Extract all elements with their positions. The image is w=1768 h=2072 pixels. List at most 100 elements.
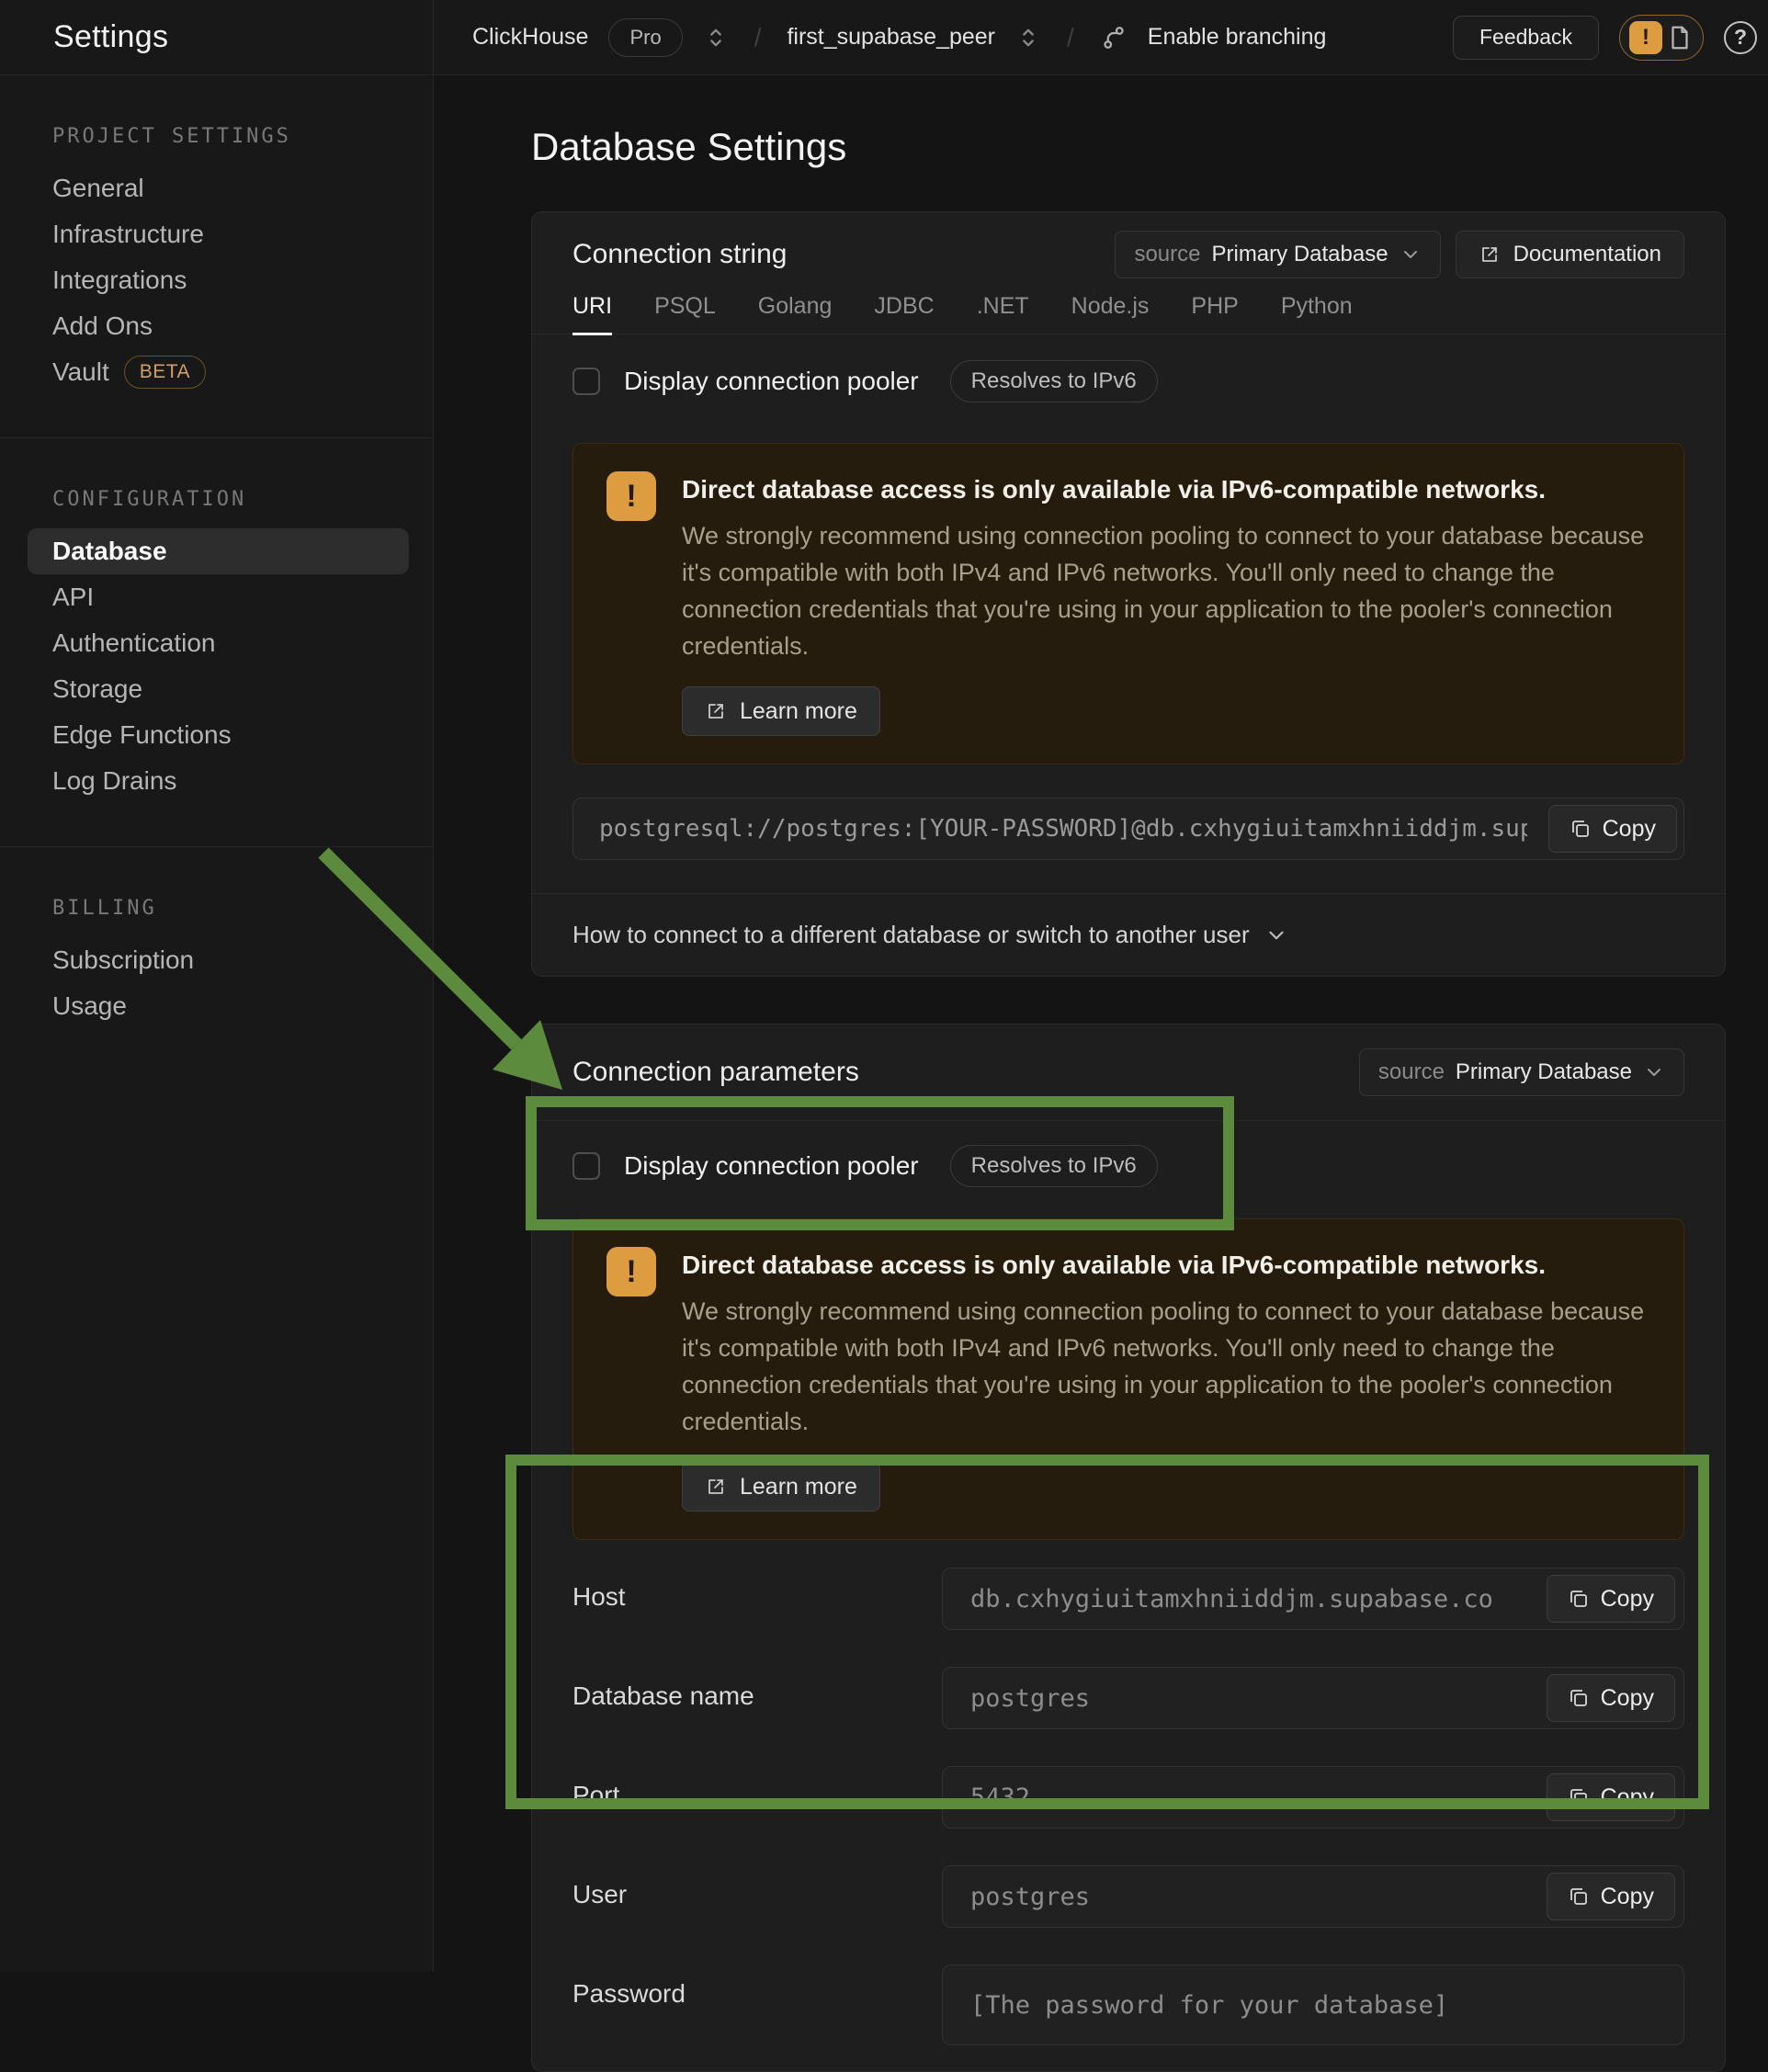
display-connection-pooler-checkbox[interactable] (572, 1152, 600, 1180)
connection-string-footer: How to connect to a different database o… (532, 893, 1725, 976)
copy-label: Copy (1603, 816, 1656, 843)
sidebar-item-add-ons[interactable]: Add Ons (0, 303, 433, 349)
git-branch-icon (1100, 24, 1128, 51)
chevrons-updown-icon[interactable] (703, 25, 729, 51)
sidebar-item-infrastructure[interactable]: Infrastructure (0, 211, 433, 257)
password-placeholder: [The password for your database] (970, 1991, 1448, 2020)
section-project-settings: PROJECT SETTINGS (52, 125, 433, 149)
active-item-pill: Database (28, 528, 409, 574)
sidebar-divider (0, 437, 433, 438)
copy-icon (1568, 1687, 1590, 1709)
sidebar-item-vault[interactable]: Vault BETA (0, 349, 433, 395)
tab-php[interactable]: PHP (1191, 293, 1238, 334)
password-row: Password [The password for your database… (572, 1964, 1684, 2045)
copy-icon (1570, 818, 1592, 840)
learn-more-button[interactable]: Learn more (682, 1462, 880, 1512)
breadcrumb-separator: / (1061, 23, 1080, 52)
external-link-icon (705, 700, 727, 722)
copy-label: Copy (1601, 1884, 1654, 1910)
beta-badge: BETA (124, 356, 206, 389)
source-select[interactable]: source Primary Database (1115, 231, 1440, 278)
sidebar-item-api[interactable]: API (0, 574, 433, 620)
user-field[interactable]: postgres Copy (942, 1865, 1684, 1928)
sidebar-item-authentication[interactable]: Authentication (0, 620, 433, 666)
settings-title: Settings (53, 19, 168, 55)
connection-uri-field[interactable]: postgresql://postgres:[YOUR-PASSWORD]@db… (572, 798, 1684, 860)
connection-uri-value: postgresql://postgres:[YOUR-PASSWORD]@db… (599, 815, 1527, 843)
sidebar-item-log-drains[interactable]: Log Drains (0, 758, 433, 804)
user-label: User (572, 1865, 942, 1909)
pooler-row: Display connection pooler Resolves to IP… (532, 1121, 1725, 1187)
copy-uri-button[interactable]: Copy (1548, 805, 1677, 853)
password-label: Password (572, 1964, 942, 2009)
external-link-icon (1479, 243, 1501, 266)
password-field[interactable]: [The password for your database] (942, 1964, 1684, 2045)
header-actions: Feedback ! ? (1453, 15, 1768, 61)
sidebar-item-general[interactable]: General (0, 165, 433, 211)
sidebar-item-usage[interactable]: Usage (0, 983, 433, 1029)
tab-golang[interactable]: Golang (758, 293, 833, 334)
copy-database-name-button[interactable]: Copy (1547, 1674, 1675, 1722)
feedback-button[interactable]: Feedback (1453, 16, 1599, 60)
connection-string-tabs: URI PSQL Golang JDBC .NET Node.js PHP Py… (532, 293, 1725, 334)
display-connection-pooler-checkbox[interactable] (572, 368, 600, 395)
sidebar-item-subscription[interactable]: Subscription (0, 937, 433, 983)
database-name-field[interactable]: postgres Copy (942, 1667, 1684, 1729)
page-title: Database Settings (531, 123, 1768, 171)
host-field[interactable]: db.cxhygiuitamxhniiddjm.supabase.co Copy (942, 1568, 1684, 1630)
source-select-value: Primary Database (1211, 242, 1388, 267)
pooler-label: Display connection pooler (624, 1151, 919, 1181)
sidebar-item-edge-functions[interactable]: Edge Functions (0, 712, 433, 758)
learn-more-button[interactable]: Learn more (682, 686, 880, 736)
document-icon (1666, 24, 1694, 51)
host-label: Host (572, 1568, 942, 1612)
documentation-button[interactable]: Documentation (1456, 231, 1684, 278)
port-field[interactable]: 5432 Copy (942, 1766, 1684, 1829)
breadcrumb-project[interactable]: first_supabase_peer (787, 24, 995, 51)
connection-string-title: Connection string (572, 239, 787, 270)
tab-psql[interactable]: PSQL (654, 293, 716, 334)
enable-branching-button[interactable]: Enable branching (1148, 24, 1327, 51)
connection-string-header: Connection string source Primary Databas… (532, 212, 1725, 278)
connection-parameters-panel: Connection parameters source Primary Dat… (531, 1024, 1726, 2072)
alert-icon: ! (1629, 21, 1662, 54)
sidebar-item-storage[interactable]: Storage (0, 666, 433, 712)
plan-badge: Pro (608, 18, 682, 57)
copy-host-button[interactable]: Copy (1547, 1575, 1675, 1623)
source-select-label: source (1134, 242, 1200, 267)
learn-more-label: Learn more (740, 1474, 857, 1500)
connection-parameter-rows: Host db.cxhygiuitamxhniiddjm.supabase.co… (532, 1568, 1725, 2071)
copy-user-button[interactable]: Copy (1547, 1873, 1675, 1920)
learn-more-label: Learn more (740, 698, 857, 725)
sidebar-header: Settings (0, 0, 434, 74)
settings-sidebar: PROJECT SETTINGS General Infrastructure … (0, 75, 434, 1972)
ipv6-notice: ! Direct database access is only availab… (572, 1218, 1684, 1540)
notice-body-text: We strongly recommend using connection p… (682, 1293, 1650, 1440)
chevron-down-icon (1643, 1061, 1665, 1083)
breadcrumb-org[interactable]: ClickHouse (472, 24, 588, 51)
chevrons-updown-icon[interactable] (1015, 25, 1041, 51)
resolves-ipv6-badge: Resolves to IPv6 (950, 1145, 1158, 1187)
tab-uri[interactable]: URI (572, 293, 612, 335)
notification-pill[interactable]: ! (1619, 15, 1704, 61)
switch-user-link[interactable]: How to connect to a different database o… (572, 921, 1250, 949)
copy-port-button[interactable]: Copy (1547, 1773, 1675, 1821)
sidebar-item-database[interactable]: Database (0, 528, 433, 574)
source-select[interactable]: source Primary Database (1359, 1048, 1684, 1096)
sidebar-divider (0, 846, 433, 847)
tab-nodejs[interactable]: Node.js (1071, 293, 1150, 334)
database-name-value: postgres (970, 1684, 1090, 1713)
database-name-row: Database name postgres Copy (572, 1667, 1684, 1729)
database-name-label: Database name (572, 1667, 942, 1711)
chevron-down-icon (1400, 243, 1422, 266)
tab-dotnet[interactable]: .NET (977, 293, 1029, 334)
user-row: User postgres Copy (572, 1865, 1684, 1928)
documentation-label: Documentation (1513, 242, 1661, 267)
top-header: Settings ClickHouse Pro / first_supabase… (0, 0, 1768, 75)
tab-jdbc[interactable]: JDBC (874, 293, 934, 334)
help-icon[interactable]: ? (1724, 21, 1757, 54)
host-row: Host db.cxhygiuitamxhniiddjm.supabase.co… (572, 1568, 1684, 1630)
notice-title: Direct database access is only available… (682, 471, 1650, 508)
tab-python[interactable]: Python (1281, 293, 1353, 334)
sidebar-item-integrations[interactable]: Integrations (0, 257, 433, 303)
